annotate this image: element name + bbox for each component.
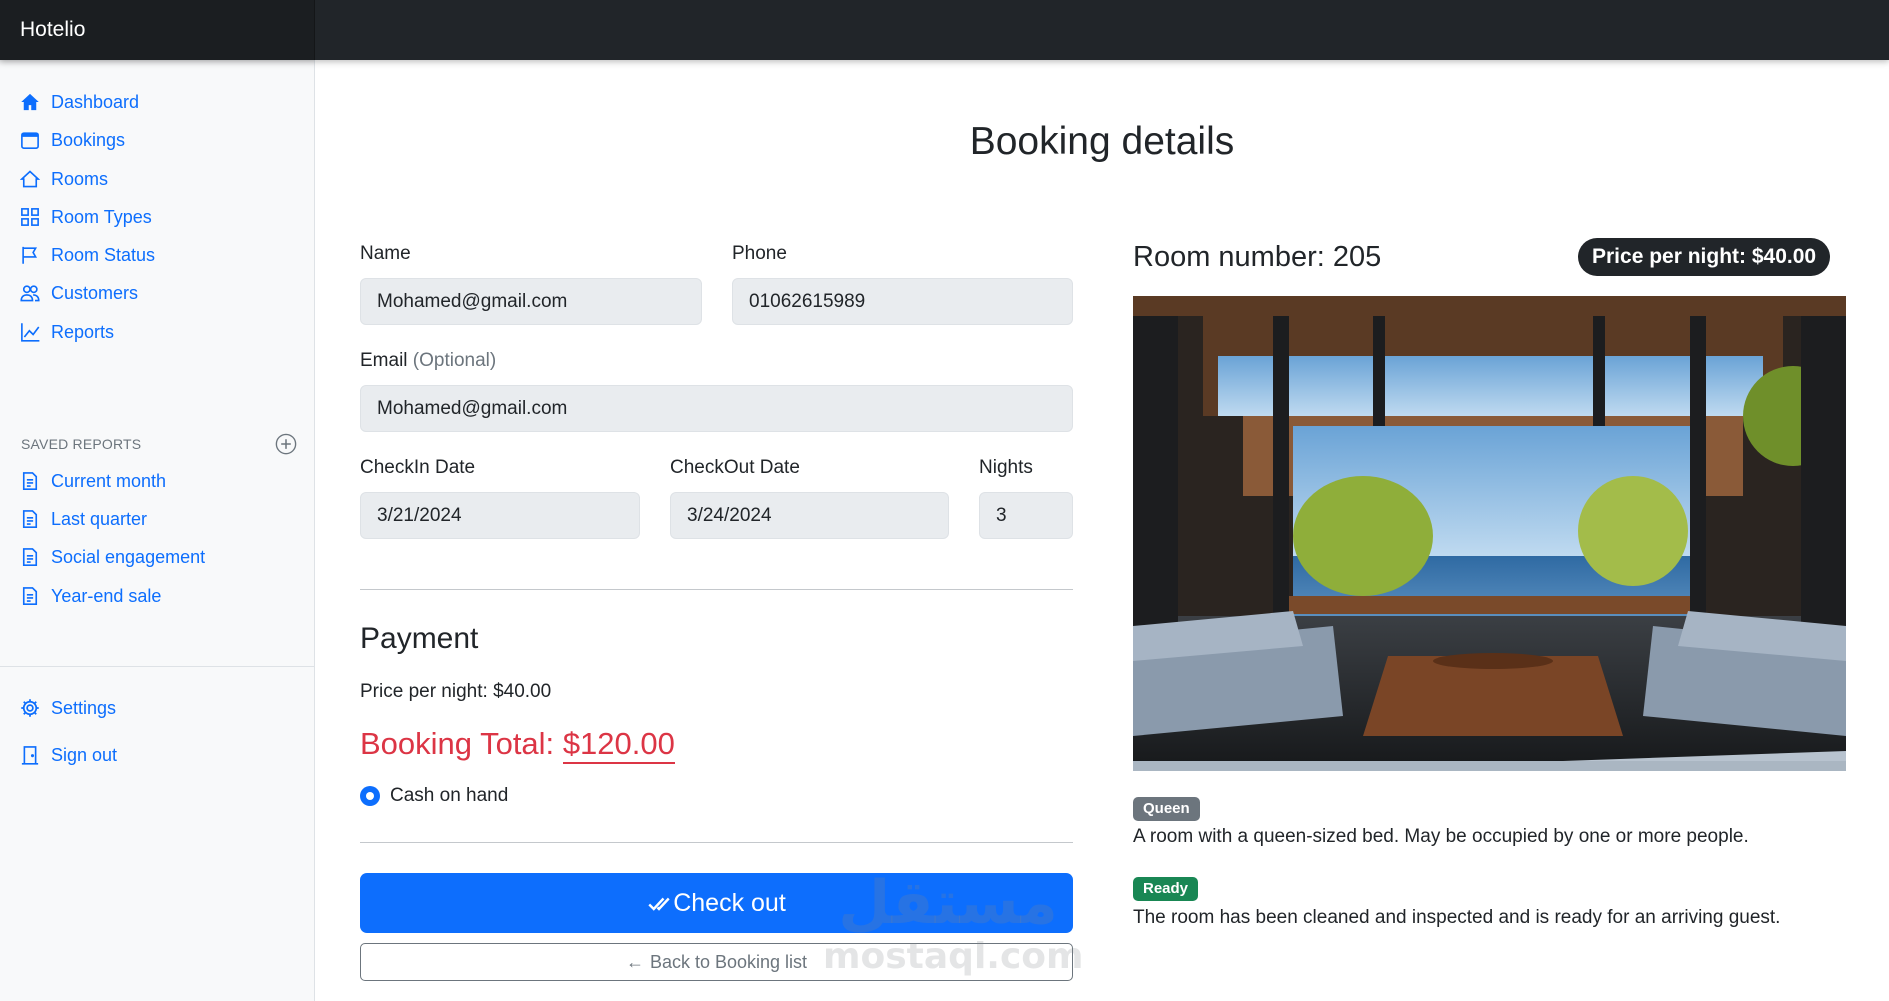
flag-icon <box>22 246 38 264</box>
house-outline-icon <box>20 170 40 188</box>
checkout-button[interactable]: Check out <box>360 873 1073 933</box>
radio-checked-icon[interactable] <box>360 786 380 806</box>
nights-field[interactable] <box>979 492 1073 539</box>
page-title: Booking details <box>969 120 1235 163</box>
phone-label: Phone <box>732 243 787 264</box>
checkout-label: CheckOut Date <box>670 457 800 478</box>
sidebar-item-label: Dashboard <box>51 91 140 112</box>
sidebar-item-label: Bookings <box>51 129 126 150</box>
name-field[interactable] <box>360 278 702 325</box>
sidebar-item-label: Settings <box>51 697 117 718</box>
checkin-date-field[interactable] <box>360 492 640 539</box>
sidebar-item-label: Sign out <box>51 744 118 765</box>
room-type-badge: Queen <box>1133 797 1200 821</box>
gear-icon <box>21 699 39 717</box>
phone-field[interactable] <box>732 278 1073 325</box>
saved-report-social-engagement[interactable]: Social engagement <box>20 541 205 573</box>
saved-report-current-month[interactable]: Current month <box>20 465 166 497</box>
sidebar-item-label: Current month <box>51 470 167 491</box>
arrow-left-icon: ← <box>625 951 644 972</box>
graph-icon <box>21 323 40 342</box>
door-icon <box>21 746 39 765</box>
sidebar-item-label: Room Types <box>51 206 152 227</box>
saved-reports-title: SAVED REPORTS <box>21 436 142 452</box>
file-text-icon <box>22 510 38 528</box>
checkin-label: CheckIn Date <box>360 457 476 478</box>
email-label: Email (Optional) <box>360 350 496 372</box>
people-icon <box>20 285 40 302</box>
file-text-icon <box>22 548 38 566</box>
email-label-text: Email <box>360 350 408 371</box>
booking-total: Booking Total: $120.00 <box>360 726 675 764</box>
email-optional-hint: (Optional) <box>412 350 497 371</box>
payment-method-cash[interactable]: Cash on hand <box>360 785 508 807</box>
sidebar-item-label: Year-end sale <box>51 585 162 606</box>
grid-icon <box>21 208 39 226</box>
calendar-icon <box>21 132 39 149</box>
sidebar-item-reports[interactable]: Reports <box>20 316 114 348</box>
price-per-night-text: Price per night: $40.00 <box>360 681 552 702</box>
sidebar-divider <box>0 666 314 667</box>
saved-report-year-end-sale[interactable]: Year-end sale <box>20 580 161 612</box>
sidebar-item-customers[interactable]: Customers <box>20 277 138 309</box>
sidebar-item-room-status[interactable]: Room Status <box>20 239 155 271</box>
sidebar-item-settings[interactable]: Settings <box>20 692 116 724</box>
booking-total-label: Booking Total: <box>360 726 555 761</box>
price-per-night-badge: Price per night: $40.00 <box>1578 238 1831 276</box>
payment-method-label: Cash on hand <box>390 785 509 806</box>
room-type-description: A room with a queen-sized bed. May be oc… <box>1133 826 1749 847</box>
booking-total-value: $120.00 <box>562 726 675 764</box>
room-status-badge: Ready <box>1133 877 1199 901</box>
room-status-description: The room has been cleaned and inspected … <box>1133 907 1781 928</box>
payment-title: Payment <box>360 622 479 655</box>
sidebar-item-sign-out[interactable]: Sign out <box>20 739 117 771</box>
sidebar-item-label: Room Status <box>51 244 156 265</box>
check-all-icon <box>648 897 670 911</box>
sidebar-item-label: Social engagement <box>51 546 206 567</box>
nights-label: Nights <box>979 457 1033 478</box>
sidebar-item-label: Rooms <box>51 168 109 189</box>
sidebar-item-room-types[interactable]: Room Types <box>20 201 152 233</box>
saved-reports-heading: SAVED REPORTS <box>21 432 297 456</box>
sidebar: Dashboard Bookings Rooms Room Types Room… <box>0 60 315 1001</box>
file-text-icon <box>22 587 38 605</box>
sidebar-item-rooms[interactable]: Rooms <box>20 163 108 195</box>
checkout-date-field[interactable] <box>670 492 949 539</box>
payment-divider <box>360 842 1073 843</box>
sidebar-item-bookings[interactable]: Bookings <box>20 124 125 156</box>
name-label: Name <box>360 243 411 264</box>
top-navbar: Hotelio <box>0 0 1889 60</box>
brand-logo[interactable]: Hotelio <box>0 0 315 60</box>
saved-report-last-quarter[interactable]: Last quarter <box>20 503 147 535</box>
room-number-title: Room number: 205 <box>1133 241 1382 273</box>
house-icon <box>21 93 39 111</box>
back-to-booking-list-button[interactable]: ← Back to Booking list <box>360 943 1073 981</box>
sidebar-item-dashboard[interactable]: Dashboard <box>20 86 139 118</box>
email-field[interactable] <box>360 385 1073 432</box>
plus-circle-icon[interactable] <box>275 433 297 455</box>
room-photo <box>1133 296 1846 771</box>
sidebar-item-label: Last quarter <box>51 508 148 529</box>
sidebar-item-label: Reports <box>51 321 115 342</box>
form-divider <box>360 589 1073 590</box>
file-text-icon <box>22 472 38 490</box>
checkout-button-label: Check out <box>673 888 786 917</box>
sidebar-item-label: Customers <box>51 282 139 303</box>
back-button-label: Back to Booking list <box>649 951 808 972</box>
